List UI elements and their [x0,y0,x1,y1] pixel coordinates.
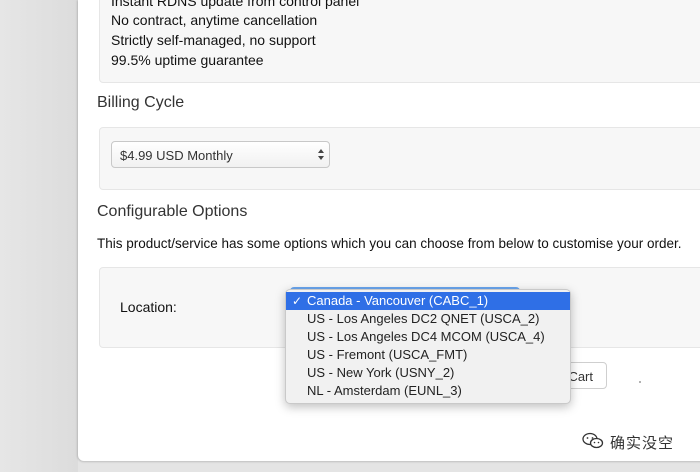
feature-item: Instant RDNS update from control panel [111,0,360,9]
billing-cycle-title: Billing Cycle [97,94,185,111]
watermark-text: 确实没空 [610,435,675,452]
feature-item: Strictly self-managed, no support [111,32,316,48]
configurable-options-title: Configurable Options [97,203,248,220]
left-gutter [0,0,78,472]
feature-item: No contract, anytime cancellation [111,12,318,28]
billing-cycle-select[interactable]: $4.99 USD Monthly [111,141,330,168]
location-label: Location: [120,299,177,315]
wechat-icon [582,432,604,449]
feature-item: 99.5% uptime guarantee [111,52,264,68]
select-arrows-icon [318,149,324,160]
options-description: This product/service has some options wh… [97,236,682,251]
location-option[interactable]: NL - Amsterdam (EUNL_3) [286,382,570,400]
stray-dot [639,381,641,383]
location-option[interactable]: US - Los Angeles DC2 QNET (USCA_2) [286,310,570,328]
billing-cycle-value: $4.99 USD Monthly [120,148,233,163]
location-dropdown-menu[interactable]: ✓ Canada - Vancouver (CABC_1) US - Los A… [285,289,571,404]
location-option[interactable]: US - Los Angeles DC4 MCOM (USCA_4) [286,328,570,346]
checkmark-icon: ✓ [292,294,303,308]
location-option[interactable]: US - New York (USNY_2) [286,364,570,382]
location-option[interactable]: US - Fremont (USCA_FMT) [286,346,570,364]
location-option[interactable]: ✓ Canada - Vancouver (CABC_1) [286,292,570,310]
